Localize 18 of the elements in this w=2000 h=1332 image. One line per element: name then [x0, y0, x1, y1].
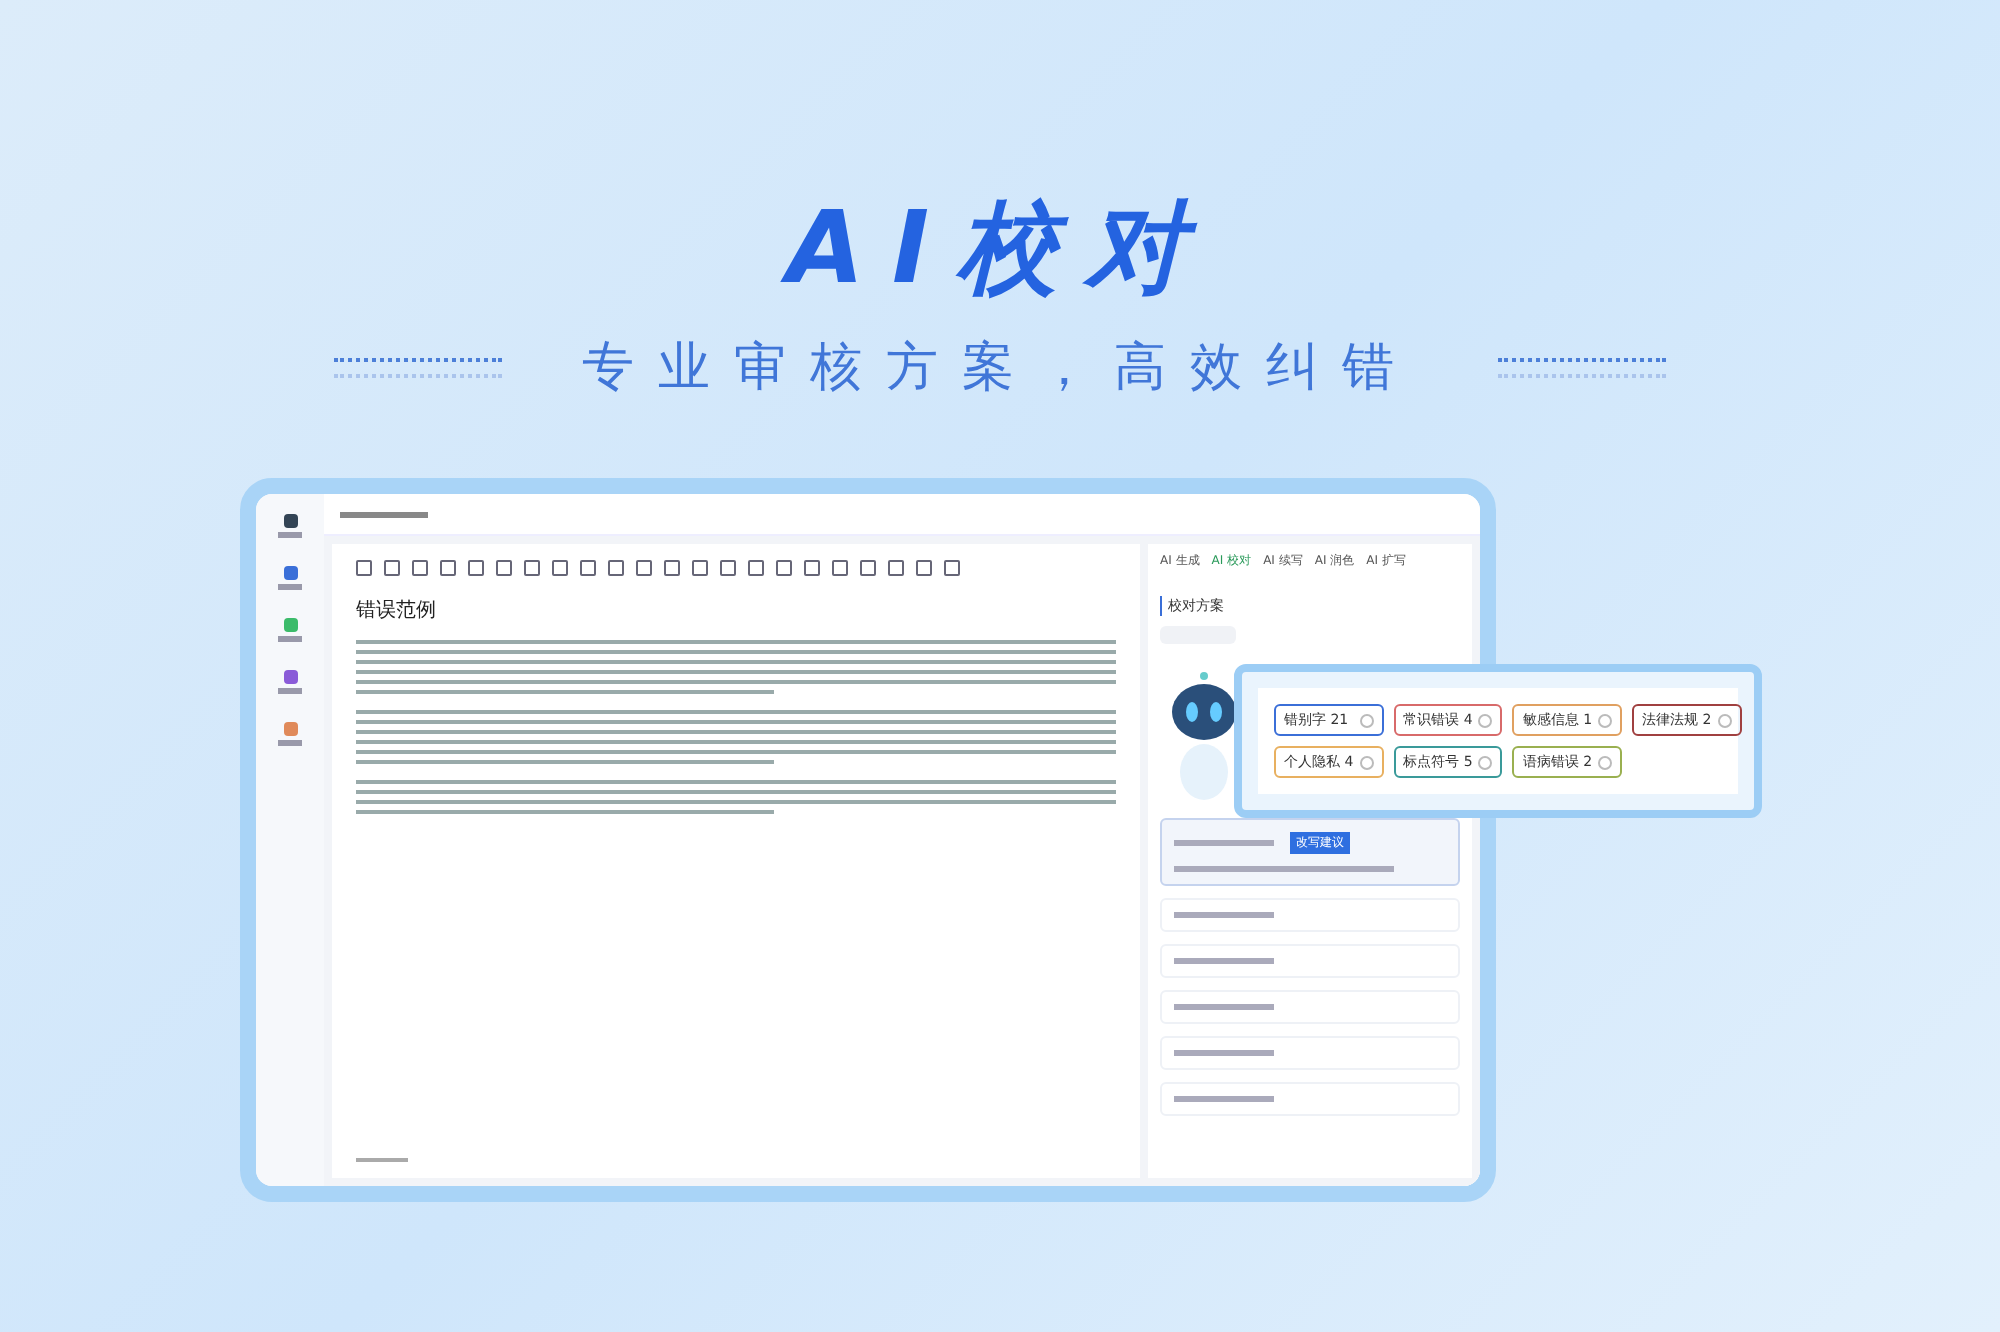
text-lines-drawing — [340, 511, 428, 517]
text-lines-drawing — [278, 688, 302, 694]
text-lines-drawing — [1174, 1050, 1274, 1056]
text-lines-drawing — [1174, 1096, 1274, 1102]
text-lines-drawing — [1174, 840, 1274, 846]
text-lines-drawing — [278, 584, 302, 590]
banner-subtitle: 专业审核方案，高效纠错 — [582, 336, 1418, 402]
document-title: 错误范例 — [356, 597, 438, 624]
sidebar-icon[interactable] — [283, 670, 297, 684]
sidebar-icon[interactable] — [283, 514, 297, 528]
sidebar-icon[interactable] — [283, 566, 297, 580]
text-lines-drawing — [1174, 1004, 1274, 1010]
text-lines-drawing — [356, 1158, 408, 1162]
text-lines-drawing — [278, 636, 302, 642]
text-lines-drawing — [1174, 912, 1274, 918]
text-lines-drawing — [1174, 958, 1274, 964]
text-lines-drawing — [278, 532, 302, 538]
text-lines-drawing — [278, 740, 302, 746]
